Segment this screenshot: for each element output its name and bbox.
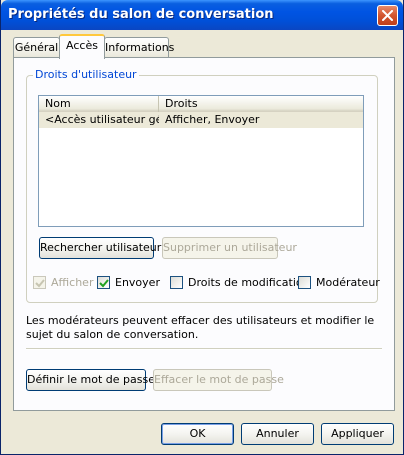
column-header-droits[interactable]: Droits xyxy=(159,96,363,112)
remove-user-button[interactable]: Supprimer un utilisateur xyxy=(162,237,297,259)
column-header-nom[interactable]: Nom xyxy=(39,96,159,112)
moderator-info-text: Les modérateurs peuvent effacer des util… xyxy=(26,314,375,341)
checkbox-box xyxy=(97,276,110,289)
user-rights-list[interactable]: Nom Droits <Accès utilisateur gé... Affi… xyxy=(38,95,364,227)
checkbox-droits-modification[interactable]: Droits de modification xyxy=(170,276,310,290)
list-item-rights: Afficher, Envoyer xyxy=(165,113,260,126)
close-icon xyxy=(382,10,393,21)
clear-password-button[interactable]: Effacer le mot de passe xyxy=(153,369,284,391)
tab-panel-acces: Droits d'utilisateur Nom Droits <Accès u… xyxy=(13,57,395,411)
tab-acces[interactable]: Accès xyxy=(59,34,105,59)
checkmark-icon xyxy=(99,279,109,288)
ok-button[interactable]: OK xyxy=(161,423,234,445)
separator xyxy=(26,348,382,350)
checkbox-moderateur[interactable]: Modérateur xyxy=(298,276,380,290)
tab-informations[interactable]: Informations xyxy=(104,37,174,58)
checkmark-icon xyxy=(35,279,45,288)
dialog-window: Propriétés du salon de conversation Géné… xyxy=(0,0,404,455)
tab-general[interactable]: Général xyxy=(13,37,60,58)
list-header: Nom Droits xyxy=(39,96,363,112)
checkbox-box xyxy=(33,276,46,289)
set-password-button[interactable]: Définir le mot de passe xyxy=(26,369,155,391)
checkbox-box xyxy=(170,276,183,289)
cancel-button[interactable]: Annuler xyxy=(241,423,314,445)
user-rights-label: Droits d'utilisateur xyxy=(33,68,139,81)
search-user-button[interactable]: Rechercher utilisateur xyxy=(39,237,161,259)
apply-button[interactable]: Appliquer xyxy=(321,423,394,445)
window-title: Propriétés du salon de conversation xyxy=(8,7,274,22)
title-bar[interactable]: Propriétés du salon de conversation xyxy=(1,0,403,30)
checkbox-box xyxy=(298,276,311,289)
list-item-name: <Accès utilisateur gé... xyxy=(45,113,159,126)
list-item[interactable]: <Accès utilisateur gé... Afficher, Envoy… xyxy=(39,112,363,128)
checkbox-envoyer[interactable]: Envoyer xyxy=(97,276,167,290)
checkbox-afficher[interactable]: Afficher xyxy=(33,276,93,290)
close-button[interactable] xyxy=(377,5,398,26)
